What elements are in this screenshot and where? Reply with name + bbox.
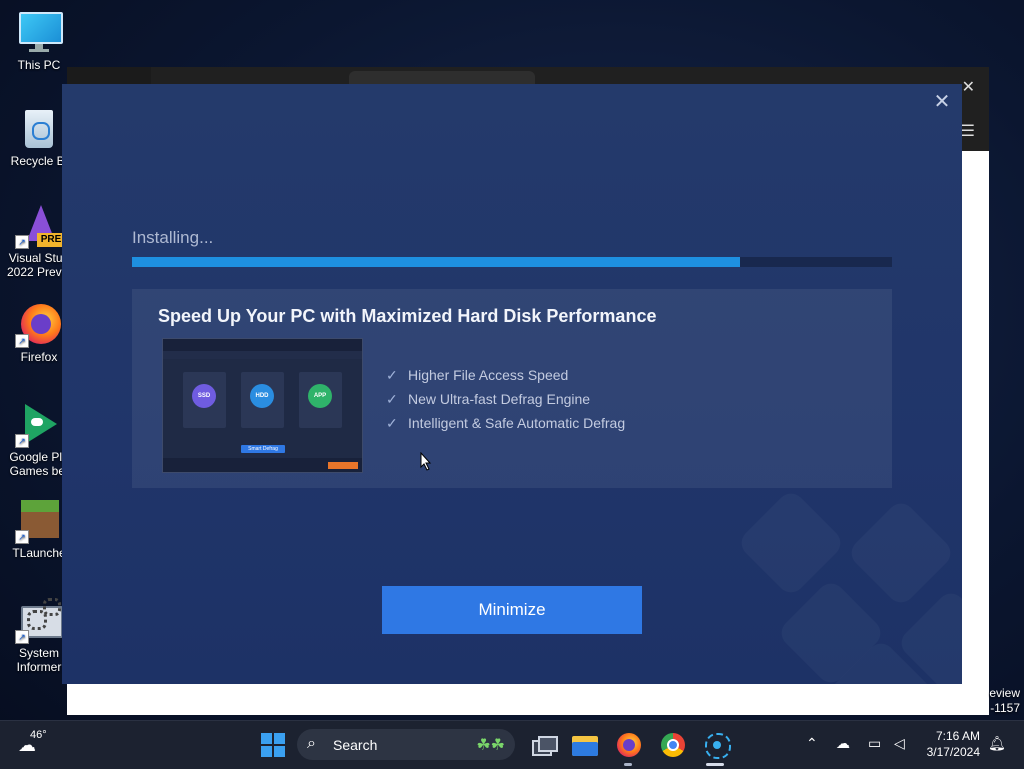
- preview-button-label: Smart Defrag: [248, 446, 278, 452]
- visual-studio-icon: PRE ↗: [15, 203, 65, 249]
- desktop-icon-label: This PC: [17, 58, 61, 72]
- preview-tabs: [163, 351, 362, 359]
- firefox-icon: ↗: [15, 302, 61, 348]
- volume-icon[interactable]: ◁: [894, 735, 905, 752]
- mouse-cursor-icon: [420, 452, 432, 471]
- network-icon[interactable]: ▭: [868, 735, 881, 752]
- preview-disk-card: HDD: [241, 372, 284, 428]
- preview-disk-card: APP: [299, 372, 342, 428]
- taskbar-search-box[interactable]: ⌕ Search ☘☘: [297, 729, 515, 760]
- preview-disk-card: SSD: [183, 372, 226, 428]
- onedrive-cloud-icon[interactable]: ☁: [836, 735, 850, 752]
- clock-time: 7:16 AM: [935, 729, 980, 743]
- shortcut-arrow-icon: ↗: [15, 630, 29, 644]
- close-icon[interactable]: ✕: [930, 90, 954, 114]
- checkmark-icon: ✓: [386, 391, 398, 407]
- search-placeholder: Search: [333, 737, 378, 753]
- preview-orange-button: [328, 462, 358, 469]
- install-progress-fill: [132, 257, 740, 267]
- feature-item: ✓ Higher File Access Speed: [386, 363, 625, 387]
- feature-item: ✓ New Ultra-fast Defrag Engine: [386, 387, 625, 411]
- promo-headline: Speed Up Your PC with Maximized Hard Dis…: [158, 306, 657, 326]
- feature-label: New Ultra-fast Defrag Engine: [408, 391, 591, 407]
- desktop-icon-this-pc[interactable]: This PC: [2, 10, 76, 72]
- clock-date: 3/17/2024: [926, 745, 980, 759]
- notification-bell-icon[interactable]: 🔔︎: [988, 735, 1006, 752]
- promo-panel: Speed Up Your PC with Maximized Hard Dis…: [132, 289, 892, 488]
- minimize-button[interactable]: Minimize: [382, 586, 642, 634]
- active-app-indicator: [706, 763, 724, 766]
- checkmark-icon: ✓: [386, 367, 398, 383]
- recycle-bin-icon: [17, 106, 61, 150]
- file-explorer-icon[interactable]: [570, 730, 600, 760]
- minecraft-block-icon: ↗: [15, 498, 61, 544]
- shortcut-arrow-icon: ↗: [15, 434, 29, 448]
- google-play-games-icon: ↗: [15, 402, 61, 448]
- close-icon[interactable]: ✕: [962, 77, 975, 97]
- search-highlight-clover-icon: ☘☘: [476, 737, 505, 754]
- weather-temperature: 46°: [30, 729, 47, 741]
- install-status-text: Installing...: [132, 228, 214, 247]
- task-view-icon[interactable]: [528, 730, 558, 760]
- search-icon: ⌕: [307, 735, 316, 752]
- feature-label: Intelligent & Safe Automatic Defrag: [408, 415, 626, 431]
- background-window-text-2: -1157: [990, 701, 1020, 715]
- smart-defrag-installer-icon[interactable]: [702, 730, 732, 760]
- product-preview-image: SSD HDD APP Smart Defrag: [162, 338, 363, 473]
- system-informer-icon: ↗: [15, 598, 63, 644]
- chevron-up-icon[interactable]: ⌃: [806, 735, 818, 752]
- install-progress-bar: [132, 257, 892, 267]
- installer-dialog: ✕ Installing... Speed Up Your PC with Ma…: [62, 84, 962, 684]
- feature-item: ✓ Intelligent & Safe Automatic Defrag: [386, 411, 625, 435]
- background-window-text-1: eview: [989, 686, 1020, 700]
- taskbar: ☁ 46° ⌕ Search ☘☘ ⌃ ☁ ▭ ◁ 7:16 AM 3/17/2…: [0, 720, 1024, 769]
- shortcut-arrow-icon: ↗: [15, 334, 29, 348]
- preview-smart-defrag-button: Smart Defrag: [241, 445, 285, 453]
- pre-badge: PRE: [37, 233, 65, 247]
- taskbar-clock[interactable]: 7:16 AM 3/17/2024: [927, 728, 980, 760]
- preview-footer: [163, 458, 362, 472]
- shortcut-arrow-icon: ↗: [15, 235, 29, 249]
- feature-label: Higher File Access Speed: [408, 367, 569, 383]
- shortcut-arrow-icon: ↗: [15, 530, 29, 544]
- preview-titlebar: [163, 339, 362, 351]
- decorative-shape: [736, 488, 846, 598]
- hamburger-menu-icon[interactable]: ☰: [961, 121, 975, 141]
- chrome-icon[interactable]: [658, 730, 688, 760]
- running-indicator: [624, 763, 632, 766]
- firefox-taskbar-icon[interactable]: [614, 730, 644, 760]
- start-windows-icon[interactable]: [258, 730, 288, 760]
- decorative-shape: [846, 498, 956, 608]
- ssd-disk-icon: SSD: [192, 384, 216, 408]
- hdd-disk-icon: HDD: [250, 384, 274, 408]
- checkmark-icon: ✓: [386, 415, 398, 431]
- feature-list: ✓ Higher File Access Speed ✓ New Ultra-fas…: [386, 363, 625, 435]
- monitor-icon: [17, 10, 63, 54]
- app-disk-icon: APP: [308, 384, 332, 408]
